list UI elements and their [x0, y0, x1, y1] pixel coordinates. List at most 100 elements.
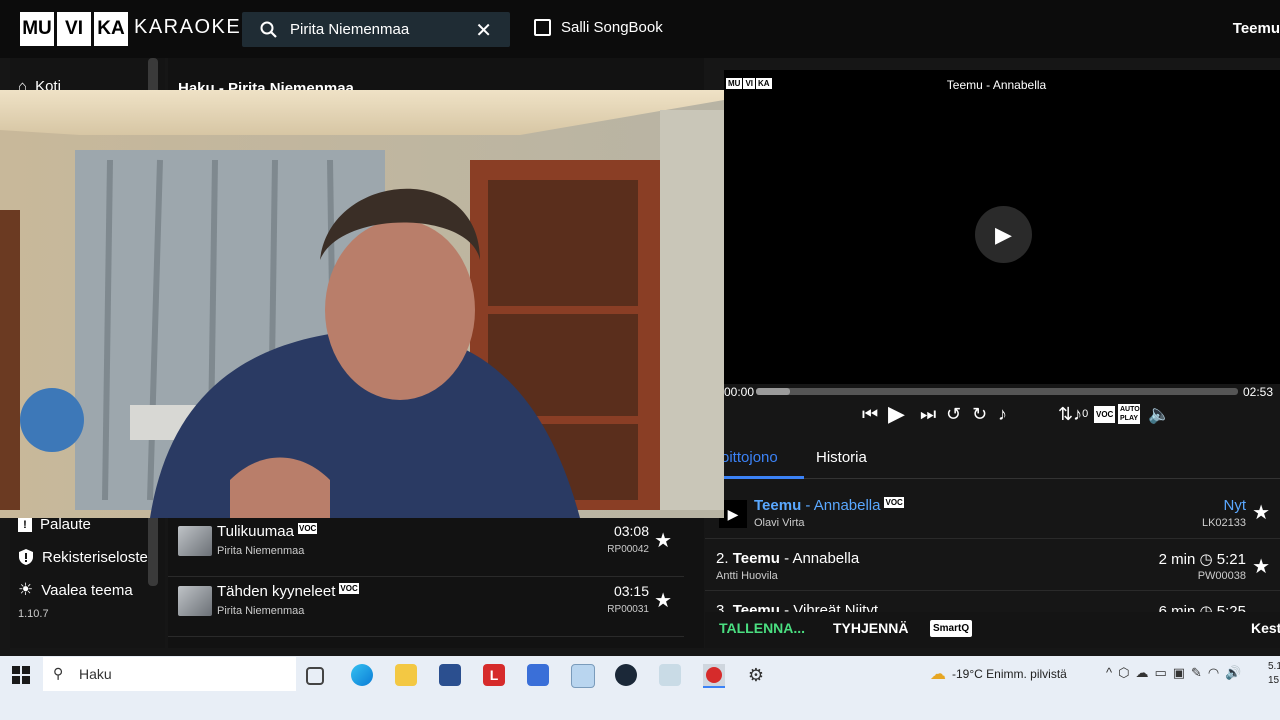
- save-queue-button[interactable]: TALLENNA...: [719, 620, 805, 636]
- sun-icon: ☀: [18, 580, 34, 599]
- voc-toggle[interactable]: VOC: [1094, 402, 1116, 426]
- tab-indicator: [718, 476, 804, 479]
- app-l-icon[interactable]: L: [483, 664, 505, 686]
- search-icon: ⚲: [53, 665, 64, 681]
- star-icon[interactable]: ★: [654, 528, 672, 553]
- result-row[interactable]: Tähden kyyneleet VOC Pirita Niemenmaa 03:…: [168, 578, 684, 637]
- queue-item-subtitle: Antti Huovila: [716, 570, 778, 582]
- clock-time: 5.1: [1268, 661, 1280, 672]
- weather-text: -19°C Enimm. pilvistä: [952, 667, 1067, 681]
- system-tray-icons[interactable]: ^⬡☁▭▣✎◠🔊: [1106, 665, 1247, 681]
- queue-item-time: 6 min ◷ 5:25: [1158, 603, 1246, 612]
- duration-button[interactable]: Kesto: [1251, 620, 1280, 636]
- skip-previous-icon[interactable]: ⏮: [862, 402, 878, 426]
- song-title: Tähden kyyneleet VOC: [217, 583, 359, 600]
- star-icon[interactable]: ★: [1252, 554, 1270, 579]
- seek-progress: [756, 388, 790, 395]
- song-code: PW00038: [1197, 570, 1246, 582]
- logo-letter[interactable]: MU: [20, 12, 54, 46]
- queue-item-title: Teemu - Annabella VOC: [754, 497, 904, 514]
- star-icon[interactable]: ★: [1252, 500, 1270, 525]
- star-icon[interactable]: ★: [654, 588, 672, 613]
- sidebar-item-light-theme[interactable]: ☀ Vaalea teema: [18, 580, 133, 600]
- feedback-icon: !: [18, 517, 32, 532]
- pitch-icon: ⇅♪: [1058, 403, 1083, 424]
- webcam-image: [0, 90, 724, 518]
- forward-10-icon[interactable]: ↻: [972, 402, 987, 426]
- webcam-overlay: [0, 90, 724, 518]
- settings-gear-icon[interactable]: ⚙: [745, 664, 767, 686]
- search-input[interactable]: [290, 12, 470, 47]
- queue-item-title: 3. Teemu - Vihreät Niityt: [716, 602, 879, 612]
- taskbar-search[interactable]: ⚲ Haku: [43, 657, 296, 691]
- voc-toggle-label: VOC: [1094, 405, 1116, 423]
- weather-icon: ☁: [930, 666, 946, 683]
- songbook-label: Salli SongBook: [561, 19, 663, 36]
- pitch-control[interactable]: ⇅♪ 0: [1058, 402, 1088, 426]
- user-name[interactable]: Teemu: [1233, 20, 1280, 37]
- queue-item[interactable]: 2. Teemu - Annabella Antti Huovila 2 min…: [705, 540, 1280, 591]
- voc-badge: VOC: [339, 583, 359, 594]
- smartq-toggle[interactable]: SmartQ: [930, 620, 973, 637]
- recorder-app-icon[interactable]: [703, 664, 725, 688]
- song-artist: Pirita Niemenmaa: [217, 605, 305, 617]
- paint-icon[interactable]: [659, 664, 681, 686]
- tab-history[interactable]: Historia: [816, 449, 867, 466]
- clock-date: 15.2.: [1268, 675, 1280, 686]
- steam-icon[interactable]: [615, 664, 637, 686]
- logo-letter[interactable]: KA: [94, 12, 128, 46]
- sidebar-item-label: Palaute: [40, 516, 91, 533]
- queue-item[interactable]: ▶ Teemu - Annabella VOC Olavi Virta Nyt L…: [705, 488, 1280, 539]
- song-duration: 03:15: [613, 583, 649, 599]
- songbook-toggle[interactable]: Salli SongBook: [534, 19, 663, 36]
- skip-next-icon[interactable]: ⏭: [920, 402, 936, 426]
- top-bar: MU VI KA KARAOKE ✕ Salli SongBook Teemu: [0, 0, 1280, 58]
- tab-queue[interactable]: Soittojono: [722, 449, 808, 466]
- sidebar-item-label: Rekisteriseloste: [42, 548, 148, 566]
- app-version: 1.10.7: [18, 608, 49, 620]
- song-code: RP00042: [607, 544, 649, 555]
- windows-start-icon[interactable]: [12, 666, 30, 684]
- result-row[interactable]: Tulikuumaa VOC Pirita Niemenmaa 03:08 RP0…: [168, 518, 684, 577]
- songbook-checkbox[interactable]: [534, 19, 551, 36]
- search-box[interactable]: ✕: [242, 12, 510, 47]
- notepad-icon[interactable]: [571, 664, 595, 688]
- queue-item[interactable]: 3. Teemu - Vihreät Niityt 6 min ◷ 5:25: [705, 592, 1280, 612]
- song-artist: Pirita Niemenmaa: [217, 545, 305, 557]
- weather-widget[interactable]: ☁ -19°C Enimm. pilvistä: [930, 664, 1067, 684]
- queue-item-title: 2. Teemu - Annabella: [716, 550, 860, 567]
- clear-queue-button[interactable]: TYHJENNÄ: [833, 620, 908, 636]
- seek-bar[interactable]: [756, 388, 1238, 395]
- song-thumbnail: [178, 586, 212, 616]
- rewind-10-icon[interactable]: ↺: [946, 402, 961, 426]
- queue-item-subtitle: Olavi Virta: [754, 517, 805, 529]
- pitch-value: 0: [1082, 408, 1089, 420]
- store-icon[interactable]: [439, 664, 461, 686]
- sidebar-item-feedback[interactable]: ! Palaute: [18, 516, 91, 533]
- sidebar-item-privacy[interactable]: Rekisteriseloste: [18, 548, 148, 566]
- song-thumbnail: [178, 526, 212, 556]
- autoplay-toggle[interactable]: AUTO PLAY: [1118, 402, 1140, 426]
- edge-icon[interactable]: [351, 664, 373, 686]
- search-icon: [260, 21, 277, 38]
- logo-wordmark[interactable]: KARAOKE: [134, 16, 241, 39]
- queue-footer: TALLENNA... TYHJENNÄ SmartQ Kesto: [705, 612, 1280, 648]
- clock[interactable]: 5.1 15.2.: [1268, 660, 1280, 688]
- song-title: Tulikuumaa VOC: [217, 523, 318, 540]
- task-view-icon[interactable]: [306, 667, 324, 685]
- clear-search-icon[interactable]: ✕: [475, 18, 492, 43]
- time-total: 02:53: [1243, 385, 1274, 399]
- clock-icon: ◷: [1199, 551, 1213, 568]
- file-explorer-icon[interactable]: [395, 664, 417, 686]
- music-note-icon[interactable]: ♪: [998, 402, 1007, 426]
- play-icon[interactable]: ▶: [888, 401, 905, 426]
- now-status: Nyt: [1223, 497, 1247, 514]
- tab-queue-label: Soittojono: [722, 449, 778, 466]
- mail-icon[interactable]: [527, 664, 549, 686]
- logo-letter[interactable]: VI: [57, 12, 91, 46]
- song-code: RP00031: [607, 604, 649, 615]
- autoplay-label: AUTO PLAY: [1118, 404, 1140, 424]
- volume-icon[interactable]: 🔈: [1148, 402, 1170, 426]
- player-title: Teemu - Annabella: [946, 78, 1047, 92]
- play-overlay-button[interactable]: ▶: [975, 206, 1032, 263]
